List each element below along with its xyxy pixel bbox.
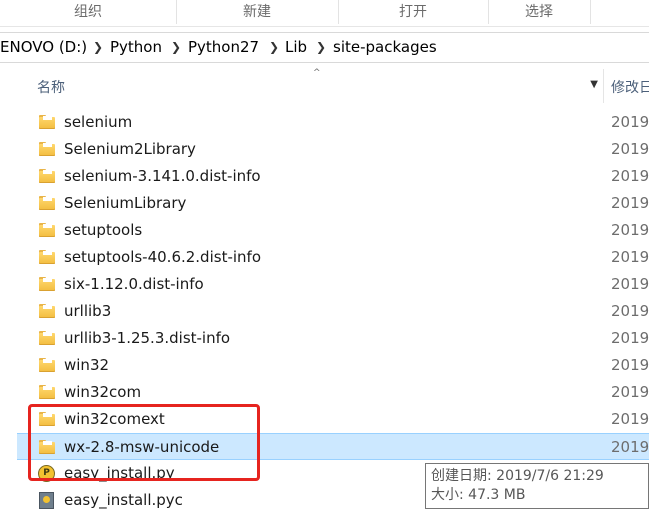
list-item[interactable]: SeleniumLibrary 2019/ xyxy=(17,190,649,217)
folder-icon xyxy=(39,440,55,454)
folder-icon xyxy=(39,223,55,237)
ribbon-group-new[interactable]: 新建 xyxy=(176,0,339,24)
column-header: ^ 名称 ▼ 修改日 xyxy=(0,68,649,103)
sort-ascending-icon: ^ xyxy=(313,68,321,78)
file-name: easy_install.pyc xyxy=(64,491,183,509)
ribbon-group-label: 组织 xyxy=(74,4,102,20)
file-date: 2019/ xyxy=(611,410,649,428)
file-tooltip: 创建日期: 2019/7/6 21:29 大小: 47.3 MB xyxy=(425,463,649,509)
file-date: 2019/ xyxy=(611,329,649,347)
file-name: SeleniumLibrary xyxy=(64,194,187,212)
breadcrumb-separator-icon[interactable]: ❯ xyxy=(269,33,279,62)
folder-icon xyxy=(39,304,55,318)
list-item-selected[interactable]: wx-2.8-msw-unicode 2019/ xyxy=(17,433,649,460)
ribbon-group-organize[interactable]: 组织 xyxy=(0,0,177,24)
file-date: 2019/ xyxy=(611,356,649,374)
column-header-modified[interactable]: 修改日 xyxy=(604,69,649,103)
folder-icon xyxy=(39,142,55,156)
file-date: 2019/ xyxy=(611,383,649,401)
breadcrumb-lib[interactable]: Lib xyxy=(285,33,307,62)
folder-icon xyxy=(39,196,55,210)
breadcrumb-site-packages[interactable]: site-packages xyxy=(333,33,437,62)
list-item[interactable]: win32com 2019/ xyxy=(17,379,649,406)
file-name: selenium xyxy=(64,113,133,131)
tooltip-created: 创建日期: 2019/7/6 21:29 xyxy=(431,468,604,484)
list-item[interactable]: win32 2019/ xyxy=(17,352,649,379)
column-dropdown-icon[interactable]: ▼ xyxy=(590,79,598,90)
list-item[interactable]: win32comext 2019/ xyxy=(17,406,649,433)
folder-icon xyxy=(39,169,55,183)
file-date: 2019/ xyxy=(611,248,649,266)
file-date: 2019/ xyxy=(611,140,649,158)
file-date: 2019/ xyxy=(611,113,649,131)
ribbon: 组织 新建 打开 选择 xyxy=(0,0,649,27)
folder-icon xyxy=(39,412,55,426)
list-item[interactable]: setuptools-40.6.2.dist-info 2019/ xyxy=(17,244,649,271)
file-name: win32comext xyxy=(64,410,165,428)
breadcrumb-python[interactable]: Python xyxy=(110,33,162,62)
folder-icon xyxy=(39,277,55,291)
file-name: easy_install.py xyxy=(64,464,175,482)
folder-icon xyxy=(39,385,55,399)
breadcrumb-python27[interactable]: Python27 xyxy=(188,33,259,62)
python-compiled-icon xyxy=(39,492,54,509)
file-name: urllib3-1.25.3.dist-info xyxy=(64,329,231,347)
file-name: Selenium2Library xyxy=(64,140,196,158)
address-bar[interactable]: ENOVO (D:) ❯ Python ❯ Python27 ❯ Lib ❯ s… xyxy=(0,32,649,63)
column-modified-label: 修改日 xyxy=(611,80,649,96)
list-item[interactable]: six-1.12.0.dist-info 2019/ xyxy=(17,271,649,298)
file-name: wx-2.8-msw-unicode xyxy=(64,438,220,456)
file-date: 2019/ xyxy=(611,167,649,185)
tooltip-size: 大小: 47.3 MB xyxy=(431,487,526,503)
ribbon-group-select[interactable]: 选择 xyxy=(488,0,591,24)
folder-icon xyxy=(39,358,55,372)
python-file-icon: P xyxy=(38,465,55,482)
file-date: 2019/ xyxy=(611,221,649,239)
file-date: 2019/ xyxy=(611,194,649,212)
ribbon-group-label: 新建 xyxy=(243,4,271,20)
file-name: setuptools xyxy=(64,221,143,239)
ribbon-group-open[interactable]: 打开 xyxy=(338,0,489,24)
breadcrumb-separator-icon[interactable]: ❯ xyxy=(171,33,181,62)
column-header-name[interactable]: ^ 名称 ▼ xyxy=(17,68,604,103)
file-date: 2019/ xyxy=(611,302,649,320)
ribbon-group-label: 打开 xyxy=(399,4,427,20)
list-item[interactable]: selenium-3.141.0.dist-info 2019/ xyxy=(17,163,649,190)
breadcrumb-drive[interactable]: ENOVO (D:) xyxy=(0,33,87,62)
file-name: urllib3 xyxy=(64,302,112,320)
list-item[interactable]: Selenium2Library 2019/ xyxy=(17,136,649,163)
folder-icon xyxy=(39,115,55,129)
list-item[interactable]: selenium 2019/ xyxy=(17,109,649,136)
folder-icon xyxy=(39,331,55,345)
breadcrumb-separator-icon[interactable]: ❯ xyxy=(316,33,326,62)
file-name: six-1.12.0.dist-info xyxy=(64,275,204,293)
file-name: setuptools-40.6.2.dist-info xyxy=(64,248,261,266)
list-item[interactable]: urllib3 2019/ xyxy=(17,298,649,325)
file-date: 2019/ xyxy=(611,275,649,293)
ribbon-group-label: 选择 xyxy=(525,4,553,20)
file-name: win32 xyxy=(64,356,110,374)
folder-icon xyxy=(39,250,55,264)
list-item[interactable]: setuptools 2019/ xyxy=(17,217,649,244)
file-name: selenium-3.141.0.dist-info xyxy=(64,167,261,185)
file-name: win32com xyxy=(64,383,142,401)
breadcrumb-separator-icon[interactable]: ❯ xyxy=(93,33,103,62)
list-item[interactable]: urllib3-1.25.3.dist-info 2019/ xyxy=(17,325,649,352)
file-date: 2019/ xyxy=(611,438,649,456)
column-name-label: 名称 xyxy=(37,80,65,96)
